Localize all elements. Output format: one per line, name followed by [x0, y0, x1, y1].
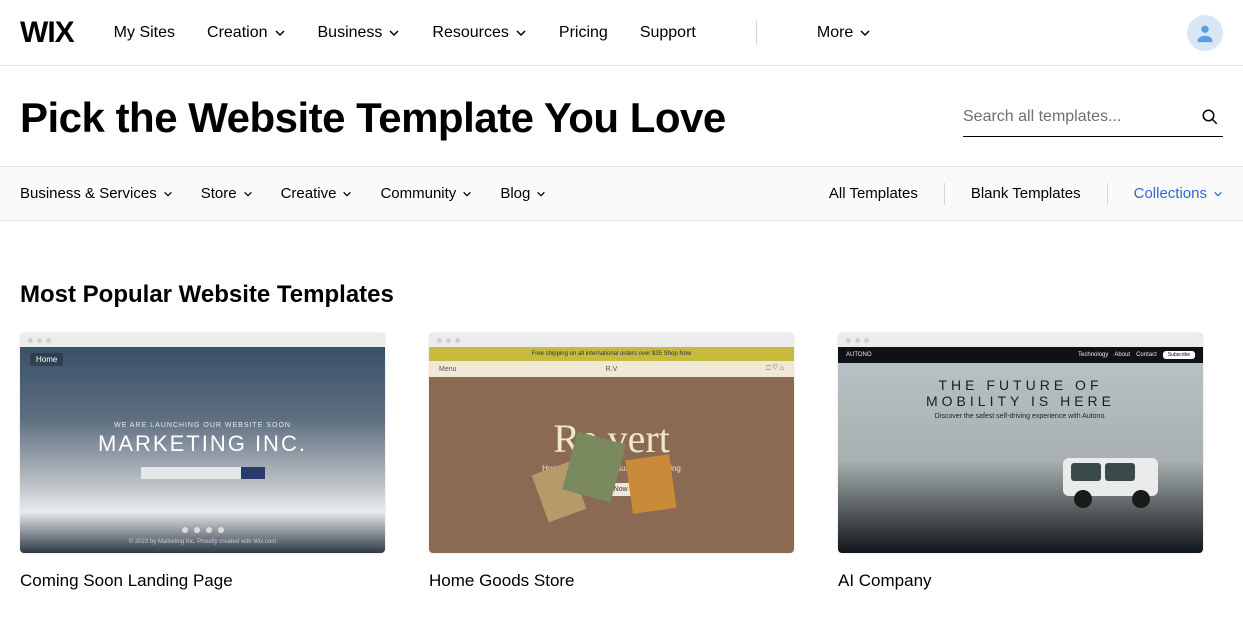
- chevron-down-icon: [342, 189, 352, 199]
- account-avatar[interactable]: [1187, 15, 1223, 51]
- chevron-down-icon: [536, 189, 546, 199]
- nav-separator: [756, 21, 757, 45]
- cat-blog[interactable]: Blog: [500, 185, 546, 202]
- popular-templates-section: Most Popular Website Templates Home WE A…: [0, 221, 1243, 611]
- wix-logo[interactable]: WIX: [20, 16, 74, 50]
- car-icon: [1053, 443, 1173, 513]
- cat-label: All Templates: [829, 185, 918, 202]
- nav-creation[interactable]: Creation: [207, 24, 285, 42]
- thumb-navbar: AUTONO Technology About Contact Subscrib…: [838, 347, 1203, 363]
- cat-all-templates[interactable]: All Templates: [803, 185, 944, 202]
- nav-more[interactable]: More: [817, 24, 871, 42]
- chevron-down-icon: [163, 189, 173, 199]
- template-title: Coming Soon Landing Page: [20, 571, 385, 591]
- chevron-down-icon: [859, 27, 871, 39]
- category-bar: Business & Services Store Creative Commu…: [0, 167, 1243, 221]
- nav-label: My Sites: [114, 24, 175, 42]
- section-heading: Most Popular Website Templates: [20, 281, 1223, 309]
- cat-label: Collections: [1134, 185, 1207, 202]
- nav-label: Resources: [432, 24, 508, 42]
- thumb-nav-link: Technology: [1078, 352, 1108, 358]
- thumb-logobar: R.V: [606, 366, 618, 373]
- thumb-icons: ⎕ ♡ ⌂: [766, 365, 784, 373]
- nav-label: Support: [640, 24, 696, 42]
- template-thumbnail: Free shipping on all international order…: [429, 333, 794, 553]
- template-thumbnail: Home WE ARE LAUNCHING OUR WEBSITE SOON M…: [20, 333, 385, 553]
- template-title: Home Goods Store: [429, 571, 794, 591]
- cat-blank-templates[interactable]: Blank Templates: [945, 185, 1107, 202]
- cat-label: Business & Services: [20, 185, 157, 202]
- wix-logo-text: WIX: [20, 16, 74, 50]
- nav-label: Creation: [207, 24, 267, 42]
- thumb-nav-home: Home: [30, 353, 63, 366]
- cat-label: Blog: [500, 185, 530, 202]
- search-icon: [1201, 108, 1219, 126]
- primary-nav: My Sites Creation Business Resources Pri…: [114, 21, 872, 45]
- thumb-nav-link: About: [1114, 352, 1130, 358]
- cat-store[interactable]: Store: [201, 185, 253, 202]
- thumb-footer: © 2023 by Marketing Inc. Proudly created…: [129, 539, 276, 545]
- hero-row: Pick the Website Template You Love: [0, 66, 1243, 167]
- chevron-down-icon: [388, 27, 400, 39]
- browser-chrome: [429, 333, 794, 347]
- cat-label: Creative: [281, 185, 337, 202]
- browser-chrome: [838, 333, 1203, 347]
- template-card-home-goods[interactable]: Free shipping on all international order…: [429, 333, 794, 591]
- thumb-social-icons: [182, 527, 224, 533]
- search-button[interactable]: [1197, 104, 1223, 133]
- cat-label: Store: [201, 185, 237, 202]
- nav-business[interactable]: Business: [318, 24, 401, 42]
- thumb-tagline: WE ARE LAUNCHING OUR WEBSITE SOON: [114, 422, 291, 429]
- template-card-coming-soon[interactable]: Home WE ARE LAUNCHING OUR WEBSITE SOON M…: [20, 333, 385, 591]
- search-wrap: [963, 100, 1223, 137]
- thumb-headline-2: MOBILITY IS HERE: [838, 393, 1203, 409]
- cat-community[interactable]: Community: [380, 185, 472, 202]
- nav-label: More: [817, 24, 853, 42]
- thumb-headline-1: THE FUTURE OF: [838, 377, 1203, 393]
- top-nav: WIX My Sites Creation Business Resources…: [0, 0, 1243, 66]
- chevron-down-icon: [462, 189, 472, 199]
- cat-collections[interactable]: Collections: [1108, 185, 1223, 202]
- thumb-brand: MARKETING INC.: [98, 431, 307, 457]
- template-thumbnail: AUTONO Technology About Contact Subscrib…: [838, 333, 1203, 553]
- cat-creative[interactable]: Creative: [281, 185, 353, 202]
- thumb-promo-strip: Free shipping on all international order…: [429, 347, 794, 361]
- nav-support[interactable]: Support: [640, 24, 696, 42]
- template-title: AI Company: [838, 571, 1203, 591]
- category-right: All Templates Blank Templates Collection…: [803, 183, 1223, 205]
- search-input[interactable]: [963, 100, 1223, 136]
- template-cards: Home WE ARE LAUNCHING OUR WEBSITE SOON M…: [20, 333, 1223, 591]
- thumb-menu: Menu: [439, 366, 457, 373]
- nav-resources[interactable]: Resources: [432, 24, 526, 42]
- thumb-nav-subscribe: Subscribe: [1163, 351, 1195, 359]
- nav-pricing[interactable]: Pricing: [559, 24, 608, 42]
- cat-label: Blank Templates: [971, 185, 1081, 202]
- chevron-down-icon: [1213, 189, 1223, 199]
- user-icon: [1194, 22, 1216, 44]
- chevron-down-icon: [515, 27, 527, 39]
- thumb-navbar: Menu R.V ⎕ ♡ ⌂: [429, 361, 794, 377]
- category-left: Business & Services Store Creative Commu…: [20, 185, 546, 202]
- thumb-sub: Discover the safest self-driving experie…: [838, 413, 1203, 420]
- thumb-email-form: [141, 467, 265, 479]
- chevron-down-icon: [274, 27, 286, 39]
- template-card-ai-company[interactable]: AUTONO Technology About Contact Subscrib…: [838, 333, 1203, 591]
- page-title: Pick the Website Template You Love: [20, 94, 726, 142]
- thumb-logo: AUTONO: [846, 352, 872, 358]
- nav-label: Pricing: [559, 24, 608, 42]
- browser-chrome: [20, 333, 385, 347]
- cat-label: Community: [380, 185, 456, 202]
- thumb-nav-link: Contact: [1136, 352, 1157, 358]
- nav-my-sites[interactable]: My Sites: [114, 24, 175, 42]
- nav-label: Business: [318, 24, 383, 42]
- cat-business-services[interactable]: Business & Services: [20, 185, 173, 202]
- chevron-down-icon: [243, 189, 253, 199]
